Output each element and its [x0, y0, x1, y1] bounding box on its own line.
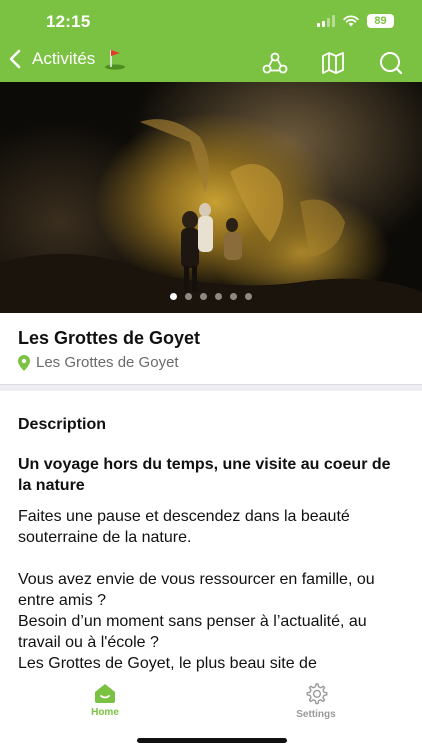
share-button[interactable]: [260, 48, 290, 78]
page-dot[interactable]: [230, 293, 237, 300]
status-icons: 89: [317, 14, 394, 28]
navigation-bar: Activités: [0, 44, 422, 82]
description-line: Vous avez envie de vous ressourcer en fa…: [18, 571, 375, 609]
home-icon: [95, 684, 115, 703]
place-location[interactable]: Les Grottes de Goyet: [18, 354, 179, 371]
description-line: Besoin d’un moment sans penser à l’actua…: [18, 613, 367, 651]
location-label: Les Grottes de Goyet: [36, 354, 179, 371]
search-icon: [380, 52, 403, 75]
page-dot[interactable]: [245, 293, 252, 300]
description-section: Description Un voyage hors du temps, une…: [18, 414, 406, 674]
description-line: Les Grottes de Goyet, le plus beau site …: [18, 655, 317, 672]
status-bar: 12:15 89: [0, 0, 422, 44]
page-dot[interactable]: [215, 293, 222, 300]
page-dot[interactable]: [185, 293, 192, 300]
photo-gallery[interactable]: [0, 82, 422, 313]
description-heading: Description: [18, 416, 107, 433]
golf-flag-icon: [105, 50, 126, 70]
back-button[interactable]: Activités: [8, 48, 127, 70]
description-lead: Un voyage hors du temps, une visite au c…: [18, 456, 391, 494]
tab-home[interactable]: Home: [55, 682, 155, 718]
search-button[interactable]: [376, 48, 406, 78]
cave-photo: [0, 119, 422, 313]
tab-home-label: Home: [91, 707, 119, 718]
battery-indicator: 89: [367, 14, 394, 28]
nav-actions: [260, 48, 406, 78]
back-chevron-icon: [9, 49, 21, 69]
location-pin-icon: [18, 354, 30, 371]
tab-settings[interactable]: Settings: [266, 682, 366, 720]
gear-icon: [306, 683, 328, 705]
tab-settings-label: Settings: [296, 709, 336, 720]
description-paragraph: Faites une pause et descendez dans la be…: [18, 508, 350, 546]
share-network-icon: [262, 52, 288, 74]
home-indicator: [137, 738, 287, 743]
page-dot[interactable]: [170, 293, 177, 300]
place-header: Les Grottes de Goyet Les Grottes de Goye…: [0, 313, 422, 385]
section-divider: [0, 384, 422, 391]
wifi-icon: [343, 15, 359, 27]
back-label: Activités: [32, 49, 96, 68]
page-dot[interactable]: [200, 293, 207, 300]
gallery-pagination: [0, 293, 422, 300]
cell-signal-icon: [317, 15, 335, 27]
status-time: 12:15: [46, 12, 91, 31]
map-button[interactable]: [318, 48, 348, 78]
map-book-icon: [322, 52, 344, 74]
place-title: Les Grottes de Goyet: [18, 328, 201, 348]
